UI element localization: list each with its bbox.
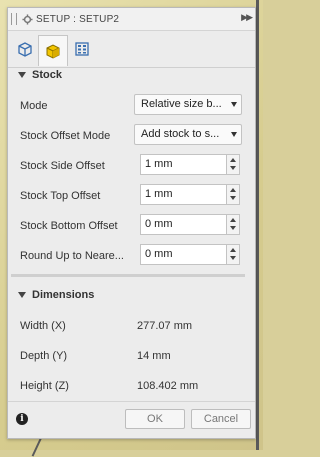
spinner-up-icon[interactable] bbox=[230, 158, 236, 162]
post-process-tab-icon bbox=[75, 42, 89, 56]
height-label: Height (Z) bbox=[20, 380, 69, 392]
stock-tab-icon bbox=[46, 44, 60, 59]
section-divider bbox=[11, 274, 245, 277]
spinner-down-icon[interactable] bbox=[230, 166, 236, 170]
stock-side-offset-label: Stock Side Offset bbox=[20, 160, 105, 172]
round-up-input[interactable]: 0 mm bbox=[140, 244, 240, 265]
gear-icon bbox=[21, 13, 33, 25]
ok-button[interactable]: OK bbox=[125, 409, 185, 429]
stock-top-offset-input[interactable]: 1 mm bbox=[140, 184, 240, 205]
depth-value: 14 mm bbox=[137, 350, 171, 362]
spinner-down-icon[interactable] bbox=[230, 196, 236, 200]
dropdown-arrow-icon bbox=[231, 132, 237, 137]
dialog-title: SETUP : SETUP2 bbox=[36, 13, 120, 25]
tab-post-process[interactable] bbox=[68, 35, 96, 63]
stock-top-offset-label: Stock Top Offset bbox=[20, 190, 101, 202]
dropdown-arrow-icon bbox=[231, 102, 237, 107]
mode-value: Relative size b... bbox=[141, 98, 222, 110]
spinner-buttons[interactable] bbox=[226, 245, 239, 264]
stock-side-offset-input[interactable]: 1 mm bbox=[140, 154, 240, 175]
stock-bottom-offset-input[interactable]: 0 mm bbox=[140, 214, 240, 235]
spinner-up-icon[interactable] bbox=[230, 248, 236, 252]
height-value: 108.402 mm bbox=[137, 380, 199, 392]
spinner-down-icon[interactable] bbox=[230, 226, 236, 230]
collapse-triangle-icon[interactable] bbox=[18, 72, 26, 79]
spinner-buttons[interactable] bbox=[226, 185, 239, 204]
setup-dialog: SETUP : SETUP2 ▶▶ Stock Mode Relative si… bbox=[7, 7, 256, 439]
stock-section-header[interactable]: Stock bbox=[18, 69, 62, 81]
spinner-down-icon[interactable] bbox=[230, 256, 236, 260]
spinner-buttons[interactable] bbox=[226, 215, 239, 234]
mode-dropdown[interactable]: Relative size b... bbox=[134, 94, 242, 115]
stock-side-offset-value: 1 mm bbox=[145, 158, 173, 170]
depth-label: Depth (Y) bbox=[20, 350, 68, 362]
stock-bottom-offset-label: Stock Bottom Offset bbox=[20, 220, 118, 232]
dimensions-header-label: Dimensions bbox=[32, 289, 95, 301]
expand-icon[interactable]: ▶▶ bbox=[241, 12, 253, 23]
tab-stock[interactable] bbox=[38, 35, 68, 66]
dimensions-section-header[interactable]: Dimensions bbox=[18, 289, 94, 301]
canvas-edge-line bbox=[256, 0, 259, 450]
dialog-titlebar[interactable]: SETUP : SETUP2 ▶▶ bbox=[8, 8, 255, 31]
drag-grip-icon[interactable] bbox=[11, 13, 17, 25]
round-up-value: 0 mm bbox=[145, 248, 173, 260]
stock-header-label: Stock bbox=[32, 69, 62, 81]
spinner-up-icon[interactable] bbox=[230, 218, 236, 222]
round-up-label: Round Up to Neare... bbox=[20, 250, 124, 262]
tab-bar bbox=[8, 31, 255, 68]
stock-top-offset-value: 1 mm bbox=[145, 188, 173, 200]
stock-offset-mode-label: Stock Offset Mode bbox=[20, 130, 111, 142]
stock-bottom-offset-value: 0 mm bbox=[145, 218, 173, 230]
spinner-up-icon[interactable] bbox=[230, 188, 236, 192]
setup-tab-icon bbox=[18, 42, 32, 57]
collapse-triangle-icon[interactable] bbox=[18, 292, 26, 299]
width-value: 277.07 mm bbox=[137, 320, 193, 332]
spinner-buttons[interactable] bbox=[226, 155, 239, 174]
mode-label: Mode bbox=[20, 100, 48, 112]
stock-offset-mode-value: Add stock to s... bbox=[141, 128, 220, 140]
dialog-footer: i OK Cancel bbox=[8, 401, 255, 438]
stock-offset-mode-dropdown[interactable]: Add stock to s... bbox=[134, 124, 242, 145]
cancel-button[interactable]: Cancel bbox=[191, 409, 251, 429]
tab-setup[interactable] bbox=[11, 35, 39, 63]
width-label: Width (X) bbox=[20, 320, 66, 332]
info-icon[interactable]: i bbox=[16, 413, 28, 425]
